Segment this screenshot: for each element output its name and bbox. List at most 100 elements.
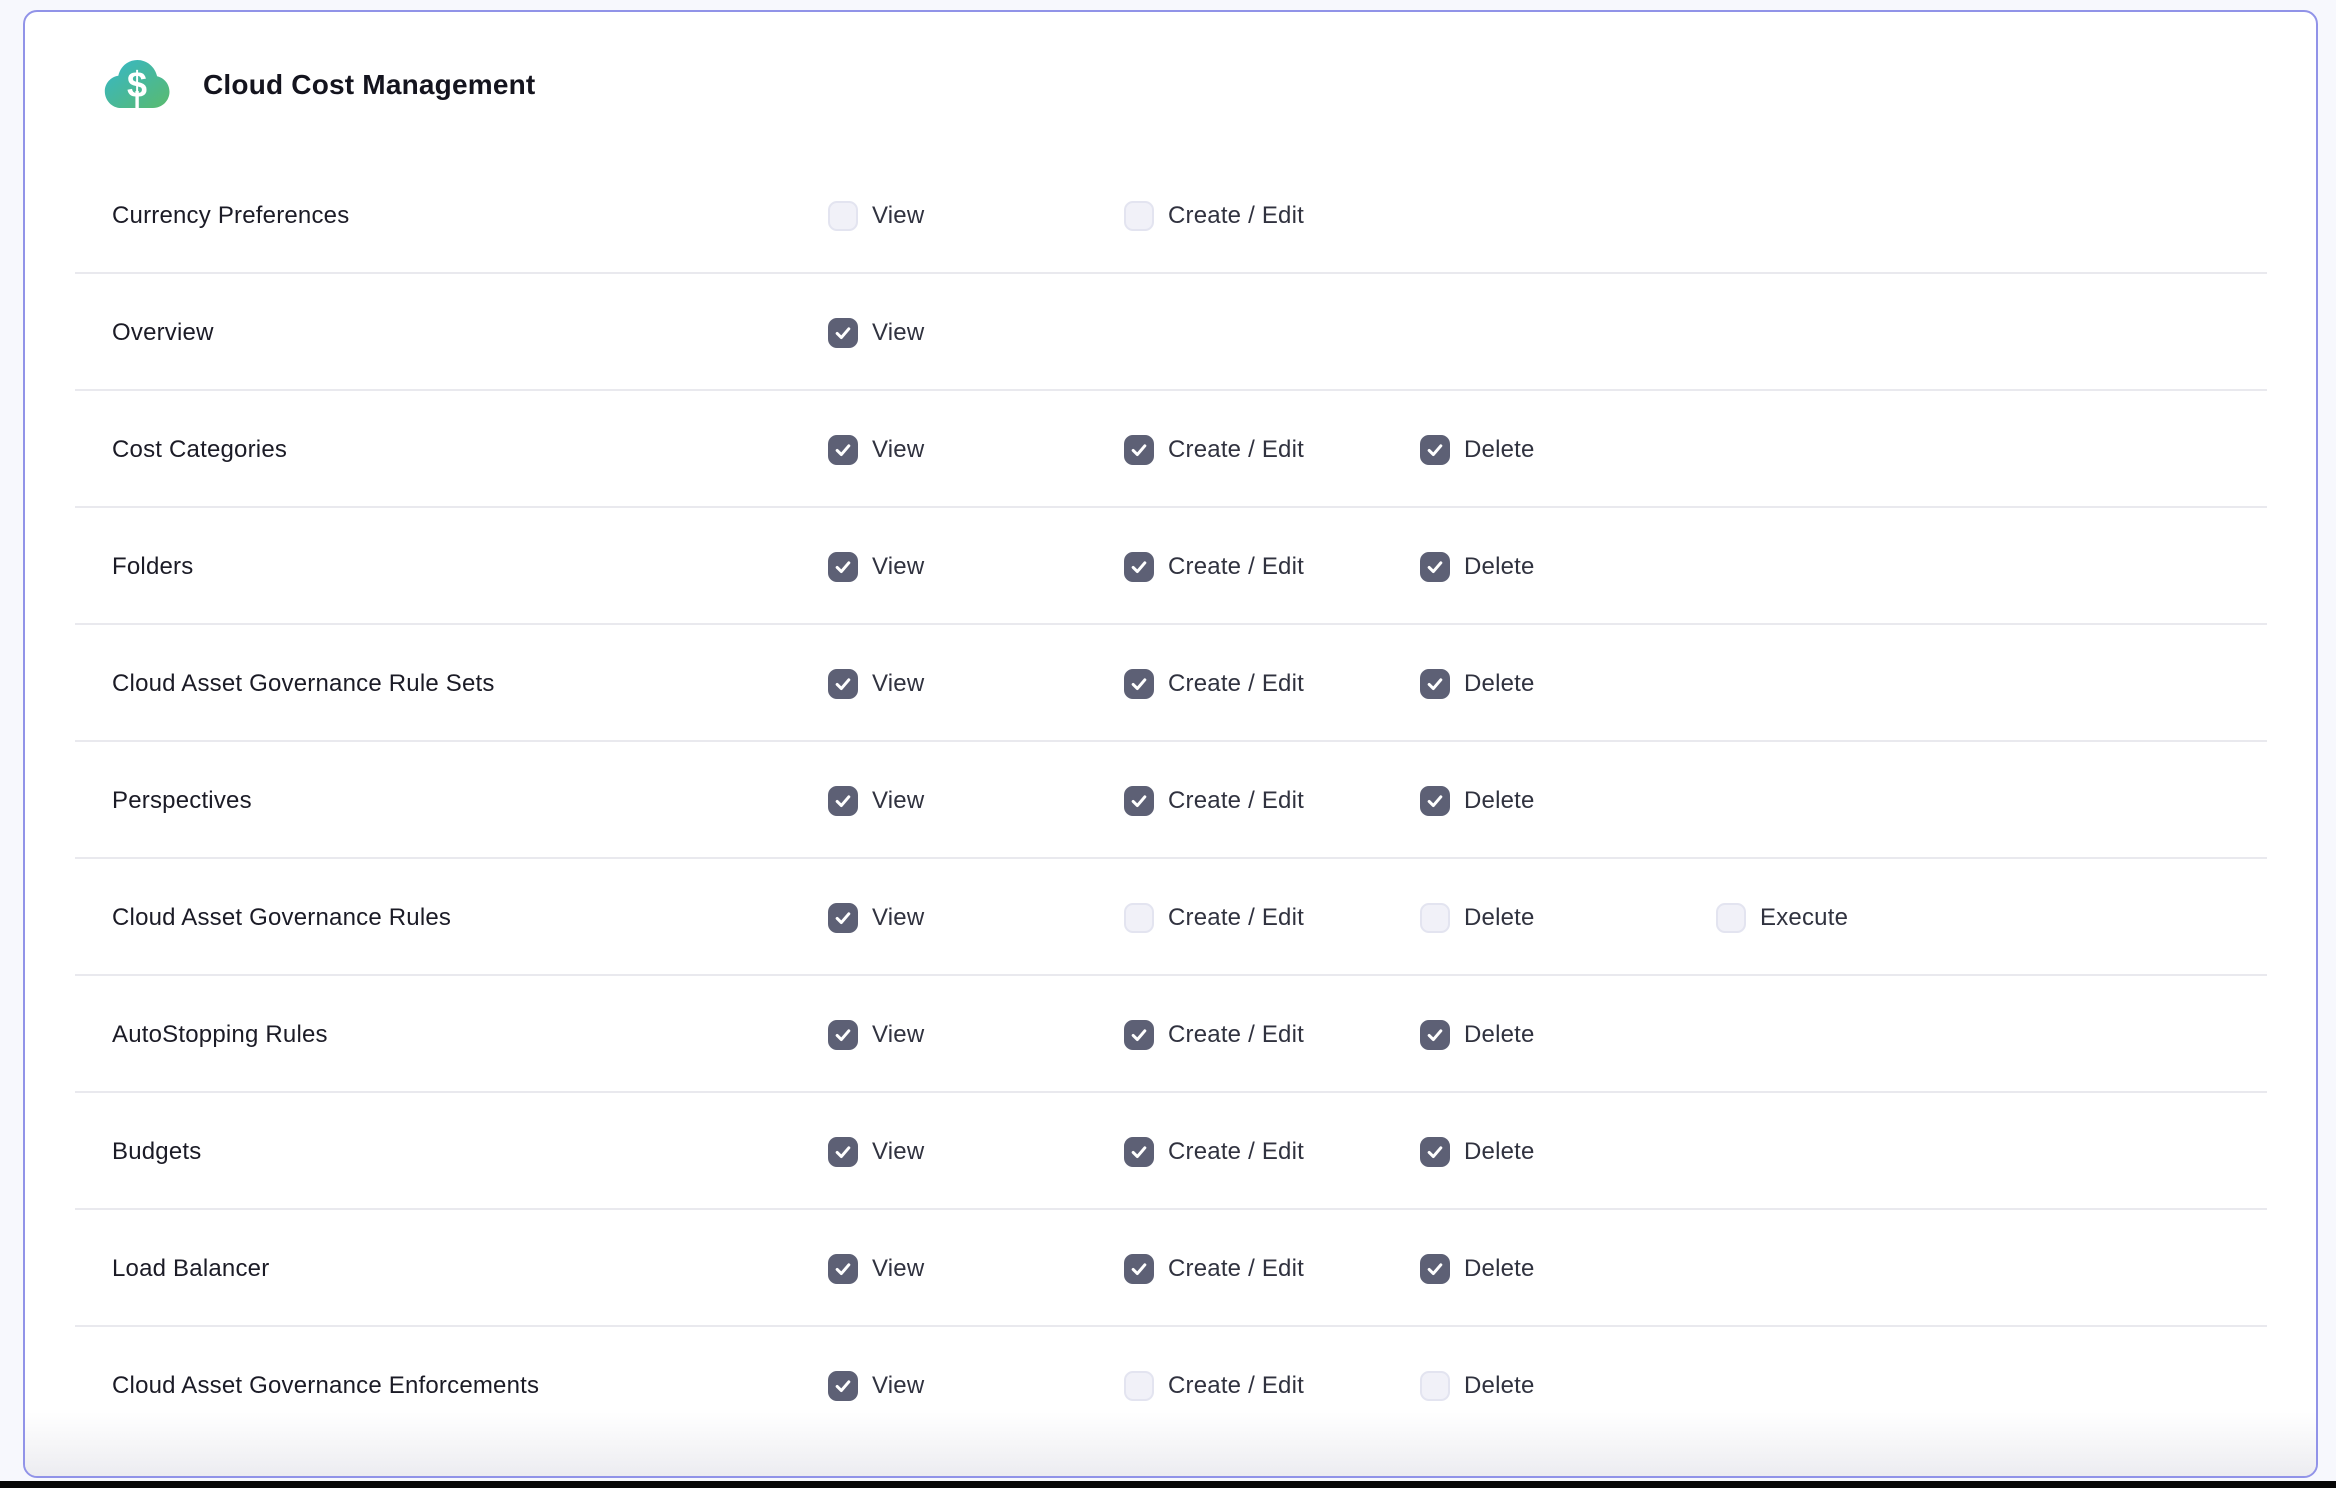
permission-delete-toggle[interactable]: Delete [1420,669,1535,699]
permission-execute-toggle[interactable]: Execute [1716,903,1848,933]
checked-checkbox[interactable] [1124,1020,1154,1050]
checked-checkbox[interactable] [828,1254,858,1284]
checked-checkbox[interactable] [1124,1254,1154,1284]
cloud-dollar-icon: $ [101,55,173,115]
permission-label: Create / Edit [1168,436,1304,464]
permission-delete-toggle[interactable]: Delete [1420,1020,1535,1050]
permission-delete-toggle[interactable]: Delete [1420,552,1535,582]
permission-view-toggle[interactable]: View [828,552,924,582]
checked-checkbox[interactable] [1124,669,1154,699]
resource-label: Overview [112,319,828,347]
permission-delete-toggle[interactable]: Delete [1420,786,1535,816]
checked-checkbox[interactable] [828,552,858,582]
checkmark-icon [1425,557,1445,577]
checked-checkbox[interactable] [1420,1137,1450,1167]
checkmark-icon [833,440,853,460]
checked-checkbox[interactable] [828,786,858,816]
permission-delete-toggle[interactable]: Delete [1420,435,1535,465]
checked-checkbox[interactable] [1420,669,1450,699]
unchecked-checkbox[interactable] [828,201,858,231]
checkmark-icon [1425,674,1445,694]
permission-label: Delete [1464,1021,1535,1049]
permission-create-edit-toggle[interactable]: Create / Edit [1124,1371,1304,1401]
permission-create-edit-toggle[interactable]: Create / Edit [1124,1254,1304,1284]
permission-label: View [872,1021,924,1049]
permission-view-toggle[interactable]: View [828,786,924,816]
checked-checkbox[interactable] [1124,552,1154,582]
permission-view-toggle[interactable]: View [828,1137,924,1167]
permission-label: Create / Edit [1168,1138,1304,1166]
checked-checkbox[interactable] [1124,435,1154,465]
permission-label: View [872,1138,924,1166]
permission-row-load-balancer: Load BalancerViewCreate / EditDelete [25,1210,2316,1327]
permission-view-toggle[interactable]: View [828,318,924,348]
permission-view-toggle[interactable]: View [828,1371,924,1401]
permission-label: Create / Edit [1168,1372,1304,1400]
unchecked-checkbox[interactable] [1420,903,1450,933]
permission-view-toggle[interactable]: View [828,201,924,231]
permission-delete-toggle[interactable]: Delete [1420,903,1535,933]
checked-checkbox[interactable] [1420,1254,1450,1284]
permission-row-cloud-asset-governance-rules: Cloud Asset Governance RulesViewCreate /… [25,859,2316,976]
checked-checkbox[interactable] [828,1371,858,1401]
checked-checkbox[interactable] [828,435,858,465]
permission-delete-toggle[interactable]: Delete [1420,1254,1535,1284]
permission-delete-toggle[interactable]: Delete [1420,1137,1535,1167]
permission-label: View [872,787,924,815]
permission-create-edit-toggle[interactable]: Create / Edit [1124,552,1304,582]
permission-create-edit-toggle[interactable]: Create / Edit [1124,435,1304,465]
checkmark-icon [833,557,853,577]
permission-delete-toggle[interactable]: Delete [1420,1371,1535,1401]
permission-view-toggle[interactable]: View [828,1020,924,1050]
checkmark-icon [833,908,853,928]
permission-label: View [872,904,924,932]
unchecked-checkbox[interactable] [1124,1371,1154,1401]
permission-create-edit-toggle[interactable]: Create / Edit [1124,1020,1304,1050]
unchecked-checkbox[interactable] [1124,903,1154,933]
permission-label: Delete [1464,904,1535,932]
checked-checkbox[interactable] [828,1137,858,1167]
unchecked-checkbox[interactable] [1716,903,1746,933]
permission-row-cloud-asset-governance-rule-sets: Cloud Asset Governance Rule SetsViewCrea… [25,625,2316,742]
checkmark-icon [833,674,853,694]
checkmark-icon [1129,791,1149,811]
checked-checkbox[interactable] [828,318,858,348]
module-title: Cloud Cost Management [203,69,535,101]
checked-checkbox[interactable] [1420,1020,1450,1050]
checkmark-icon [833,791,853,811]
permission-create-edit-toggle[interactable]: Create / Edit [1124,669,1304,699]
checked-checkbox[interactable] [1420,786,1450,816]
permission-create-edit-toggle[interactable]: Create / Edit [1124,903,1304,933]
unchecked-checkbox[interactable] [1420,1371,1450,1401]
unchecked-checkbox[interactable] [1124,201,1154,231]
checked-checkbox[interactable] [1420,552,1450,582]
permission-view-toggle[interactable]: View [828,903,924,933]
checked-checkbox[interactable] [828,1020,858,1050]
permission-row-cost-categories: Cost CategoriesViewCreate / EditDelete [25,391,2316,508]
permission-label: View [872,319,924,347]
checked-checkbox[interactable] [1420,435,1450,465]
checked-checkbox[interactable] [1124,786,1154,816]
checkmark-icon [833,1142,853,1162]
checkmark-icon [1425,1259,1445,1279]
resource-label: Currency Preferences [112,202,828,230]
checkmark-icon [1129,440,1149,460]
permission-create-edit-toggle[interactable]: Create / Edit [1124,201,1304,231]
checkmark-icon [1425,791,1445,811]
permission-view-toggle[interactable]: View [828,435,924,465]
permission-label: Delete [1464,1138,1535,1166]
permission-view-toggle[interactable]: View [828,669,924,699]
checked-checkbox[interactable] [1124,1137,1154,1167]
permission-view-toggle[interactable]: View [828,1254,924,1284]
checkmark-icon [833,1025,853,1045]
permission-row-budgets: BudgetsViewCreate / EditDelete [25,1093,2316,1210]
checked-checkbox[interactable] [828,669,858,699]
permission-label: Delete [1464,670,1535,698]
permission-create-edit-toggle[interactable]: Create / Edit [1124,786,1304,816]
permission-label: View [872,436,924,464]
permission-create-edit-toggle[interactable]: Create / Edit [1124,1137,1304,1167]
checked-checkbox[interactable] [828,903,858,933]
permission-label: Create / Edit [1168,787,1304,815]
permissions-card: $ Cloud Cost Management Currency Prefere… [23,10,2318,1478]
permission-label: View [872,670,924,698]
